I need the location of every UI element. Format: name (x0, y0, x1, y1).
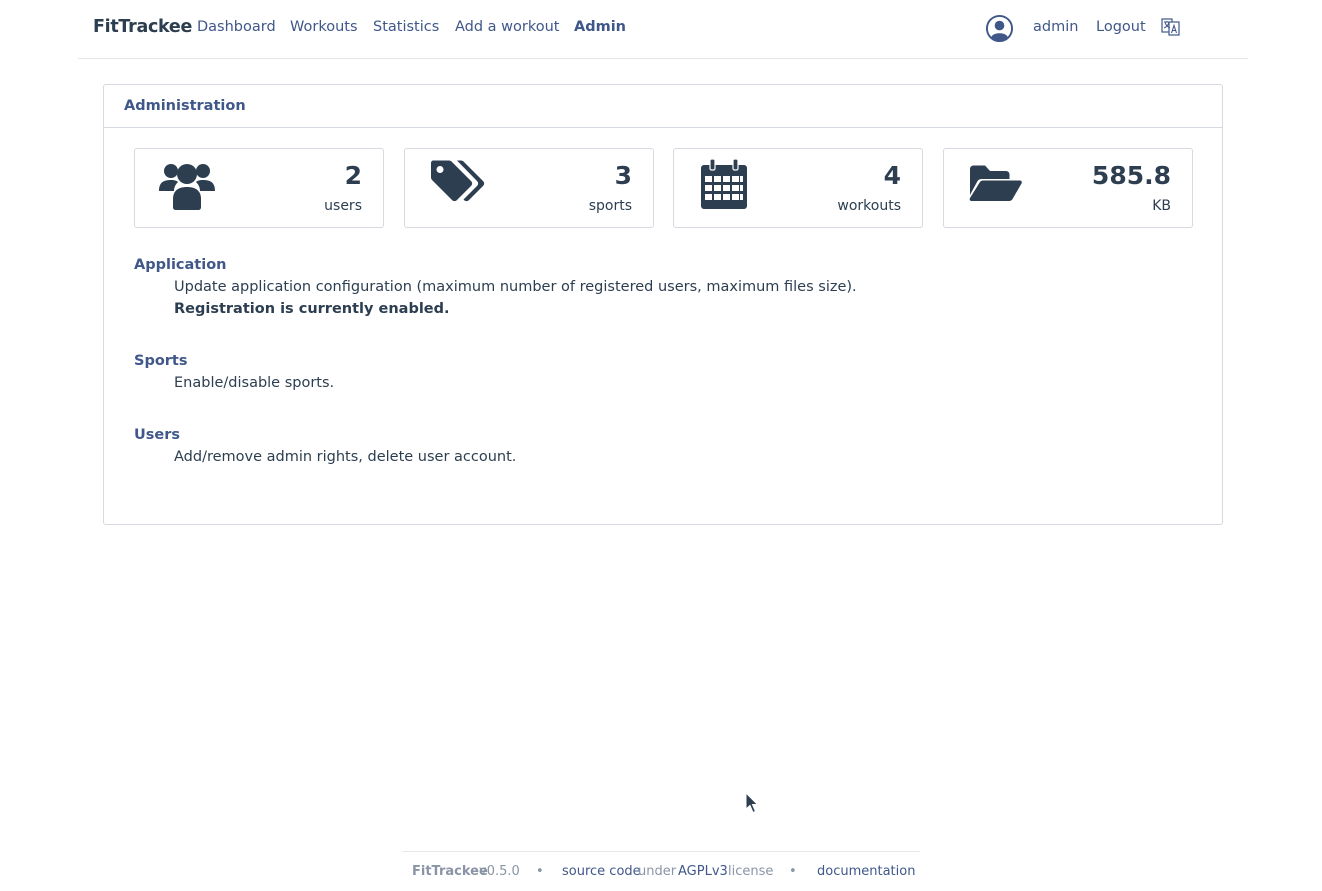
section-users-description: Add/remove admin rights, delete user acc… (174, 449, 517, 465)
user-circle-icon[interactable] (985, 14, 1014, 43)
nav-logout[interactable]: Logout (1096, 19, 1146, 35)
section-application-description: Update application configuration (maximu… (174, 279, 857, 295)
nav-workouts[interactable]: Workouts (290, 19, 358, 35)
stat-workouts: 4 workouts (673, 148, 923, 228)
tags-icon (431, 160, 485, 202)
footer-license-link[interactable]: AGPLv3 (678, 864, 728, 879)
nav-dashboard[interactable]: Dashboard (197, 19, 276, 35)
footer: FitTrackee v0.5.0 • source code under AG… (402, 851, 920, 891)
mouse-cursor-icon (745, 792, 759, 814)
stat-storage-value: 585.8 (1091, 161, 1171, 190)
stat-sports-value: 3 (614, 161, 632, 190)
section-sports-description: Enable/disable sports. (174, 375, 335, 391)
admin-card: Administration 2 users 3 sports 4 workou… (103, 84, 1223, 525)
stat-sports-label: sports (588, 198, 632, 214)
section-users-link[interactable]: Users (134, 427, 180, 443)
footer-version: v0.5.0 (479, 864, 520, 879)
language-icon[interactable] (1161, 17, 1181, 37)
admin-card-header: Administration (104, 85, 1222, 128)
stat-workouts-value: 4 (883, 161, 901, 190)
stat-users-label: users (324, 198, 362, 214)
nav-username[interactable]: admin (1033, 19, 1078, 35)
footer-separator-2: • (789, 864, 797, 879)
stat-workouts-label: workouts (837, 198, 901, 214)
footer-under: under (638, 864, 677, 879)
nav-add-workout[interactable]: Add a workout (455, 19, 560, 35)
users-icon (159, 164, 215, 210)
stat-storage-label: KB (1152, 198, 1171, 214)
brand-logo[interactable]: FitTrackee (93, 17, 192, 37)
footer-documentation-link[interactable]: documentation (817, 864, 915, 879)
nav-admin[interactable]: Admin (574, 19, 626, 35)
footer-license-text: license (728, 864, 774, 879)
navbar: FitTrackee Dashboard Workouts Statistics… (78, 0, 1248, 59)
calendar-icon (701, 159, 747, 209)
footer-app-name: FitTrackee (412, 864, 488, 879)
folder-open-icon (969, 165, 1022, 201)
nav-statistics[interactable]: Statistics (373, 19, 439, 35)
admin-title: Administration (124, 98, 246, 114)
footer-source-code-link[interactable]: source code (562, 864, 641, 879)
footer-separator: • (536, 864, 544, 879)
registration-status: Registration is currently enabled. (174, 301, 450, 317)
stat-users: 2 users (134, 148, 384, 228)
stat-sports: 3 sports (404, 148, 654, 228)
section-application-link[interactable]: Application (134, 257, 227, 273)
stat-users-value: 2 (344, 161, 362, 190)
stat-storage: 585.8 KB (943, 148, 1193, 228)
section-sports-link[interactable]: Sports (134, 353, 188, 369)
